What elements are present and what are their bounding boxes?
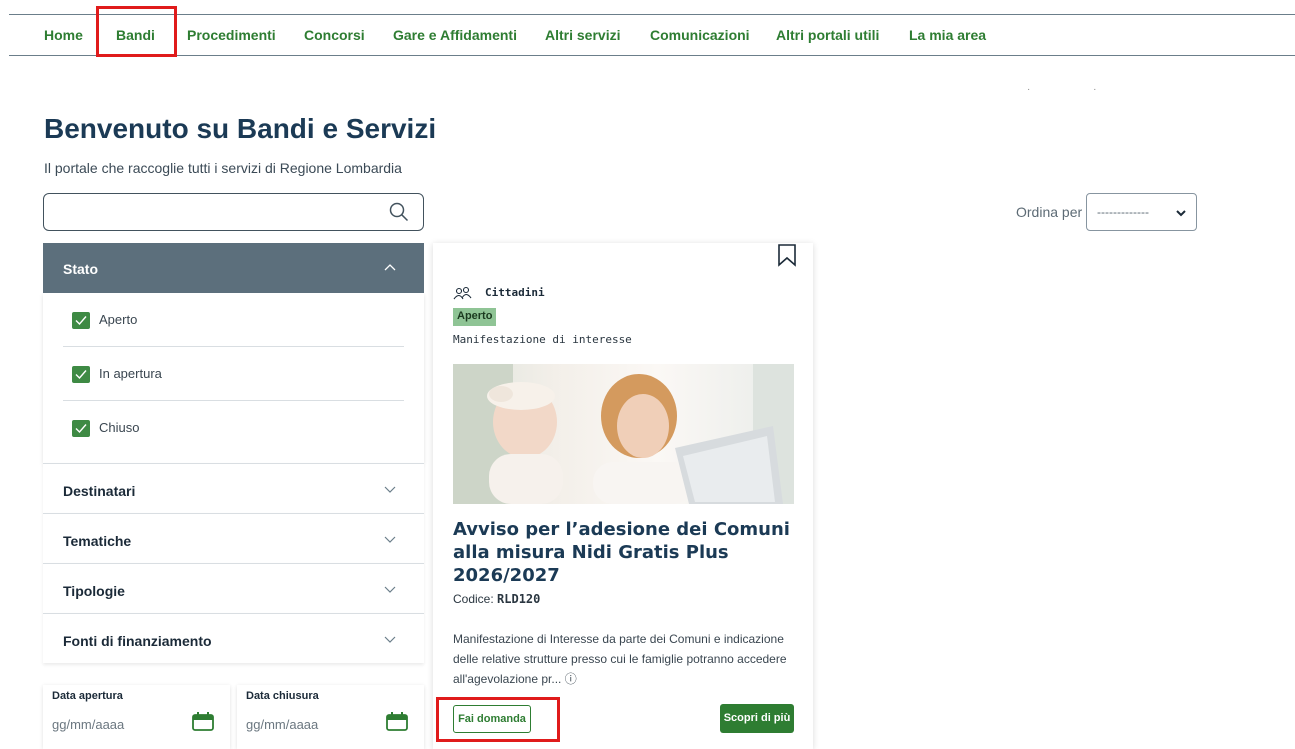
nav-gare-affidamenti[interactable]: Gare e Affidamenti bbox=[393, 27, 517, 43]
card-title[interactable]: Avviso per l’adesione dei Comuni alla mi… bbox=[453, 518, 793, 587]
nav-home[interactable]: Home bbox=[44, 27, 83, 43]
sort-select[interactable]: ------------- bbox=[1086, 193, 1197, 231]
date-from-input[interactable]: gg/mm/aaaa bbox=[52, 717, 124, 732]
nav-mia-area[interactable]: La mia area bbox=[909, 27, 986, 43]
card-category: Cittadini bbox=[485, 286, 545, 299]
result-card: Cittadini Aperto Manifestazione di inter… bbox=[433, 243, 813, 749]
chevron-down-icon bbox=[384, 536, 396, 543]
learn-more-button[interactable]: Scopri di più bbox=[720, 704, 794, 733]
page-subtitle: Il portale che raccoglie tutti i servizi… bbox=[44, 160, 402, 176]
date-to-field[interactable]: Data chiusura gg/mm/aaaa bbox=[237, 685, 424, 749]
decorative-dots: · · bbox=[1027, 84, 1127, 95]
page-title: Benvenuto su Bandi e Servizi bbox=[44, 113, 437, 144]
sort-selected-value: ------------- bbox=[1097, 205, 1149, 219]
filter-option-label: Chiuso bbox=[99, 420, 140, 435]
chevron-up-icon bbox=[384, 264, 396, 271]
search-icon[interactable] bbox=[389, 202, 409, 222]
card-code-value: RLD120 bbox=[497, 592, 541, 606]
card-type: Manifestazione di interesse bbox=[453, 333, 632, 346]
checkbox-checked[interactable] bbox=[72, 420, 90, 437]
filter-tipologie-label: Tipologie bbox=[63, 583, 125, 599]
check-icon bbox=[75, 370, 87, 380]
nav-comunicazioni[interactable]: Comunicazioni bbox=[650, 27, 750, 43]
status-badge: Aperto bbox=[453, 308, 497, 326]
chevron-down-icon bbox=[384, 586, 396, 593]
filters-panel: Stato Aperto In apertura Chiuso Destinat… bbox=[43, 243, 424, 663]
card-image-mother-baby-laptop bbox=[453, 364, 794, 504]
active-nav-highlight bbox=[96, 6, 177, 57]
card-description: Manifestazione di Interesse da parte dei… bbox=[453, 629, 798, 689]
card-photo bbox=[453, 364, 794, 504]
card-code: Codice: RLD120 bbox=[453, 592, 540, 606]
filter-option-chiuso[interactable]: Chiuso bbox=[63, 401, 404, 463]
info-icon[interactable]: ⓘ bbox=[565, 672, 577, 686]
checkbox-checked[interactable] bbox=[72, 312, 90, 329]
filter-tematiche-label: Tematiche bbox=[63, 533, 132, 549]
top-navigation: Home Bandi Procedimenti Concorsi Gare e … bbox=[9, 14, 1295, 56]
apply-button-highlight bbox=[436, 697, 560, 742]
filter-option-in-apertura[interactable]: In apertura bbox=[63, 347, 404, 401]
filter-fonti-label: Fonti di finanziamento bbox=[63, 633, 212, 649]
filter-option-label: In apertura bbox=[99, 366, 162, 381]
card-description-text: Manifestazione di Interesse da parte dei… bbox=[453, 632, 787, 686]
filter-tipologie[interactable]: Tipologie bbox=[43, 563, 424, 613]
check-icon bbox=[75, 316, 87, 326]
filter-stato-label: Stato bbox=[63, 261, 98, 277]
filter-option-label: Aperto bbox=[99, 312, 138, 327]
search-input[interactable] bbox=[54, 194, 384, 228]
chevron-down-icon bbox=[384, 636, 396, 643]
date-to-label: Data chiusura bbox=[246, 690, 319, 702]
date-from-field[interactable]: Data apertura gg/mm/aaaa bbox=[43, 685, 230, 749]
sort-label: Ordina per bbox=[1016, 204, 1083, 220]
filter-option-aperto[interactable]: Aperto bbox=[63, 293, 404, 347]
filter-stato-options: Aperto In apertura Chiuso bbox=[43, 293, 424, 463]
filter-fonti-finanziamento[interactable]: Fonti di finanziamento bbox=[43, 613, 424, 663]
filter-tematiche[interactable]: Tematiche bbox=[43, 513, 424, 563]
nav-altri-portali[interactable]: Altri portali utili bbox=[776, 27, 879, 43]
calendar-icon[interactable] bbox=[192, 711, 214, 731]
nav-procedimenti[interactable]: Procedimenti bbox=[187, 27, 276, 43]
search-box bbox=[43, 193, 424, 231]
filter-destinatari-label: Destinatari bbox=[63, 483, 136, 499]
checkbox-checked[interactable] bbox=[72, 366, 90, 383]
bookmark-icon[interactable] bbox=[777, 243, 797, 267]
calendar-icon[interactable] bbox=[386, 711, 408, 731]
filter-destinatari[interactable]: Destinatari bbox=[43, 463, 424, 513]
check-icon bbox=[75, 424, 87, 434]
people-icon bbox=[453, 286, 472, 300]
card-code-label: Codice: bbox=[453, 592, 494, 606]
date-from-label: Data apertura bbox=[52, 690, 123, 702]
filter-stato-header[interactable]: Stato bbox=[43, 243, 424, 293]
nav-altri-servizi[interactable]: Altri servizi bbox=[545, 27, 620, 43]
nav-concorsi[interactable]: Concorsi bbox=[304, 27, 365, 43]
chevron-down-icon bbox=[384, 486, 396, 493]
date-to-input[interactable]: gg/mm/aaaa bbox=[246, 717, 318, 732]
chevron-down-icon bbox=[1176, 210, 1186, 217]
